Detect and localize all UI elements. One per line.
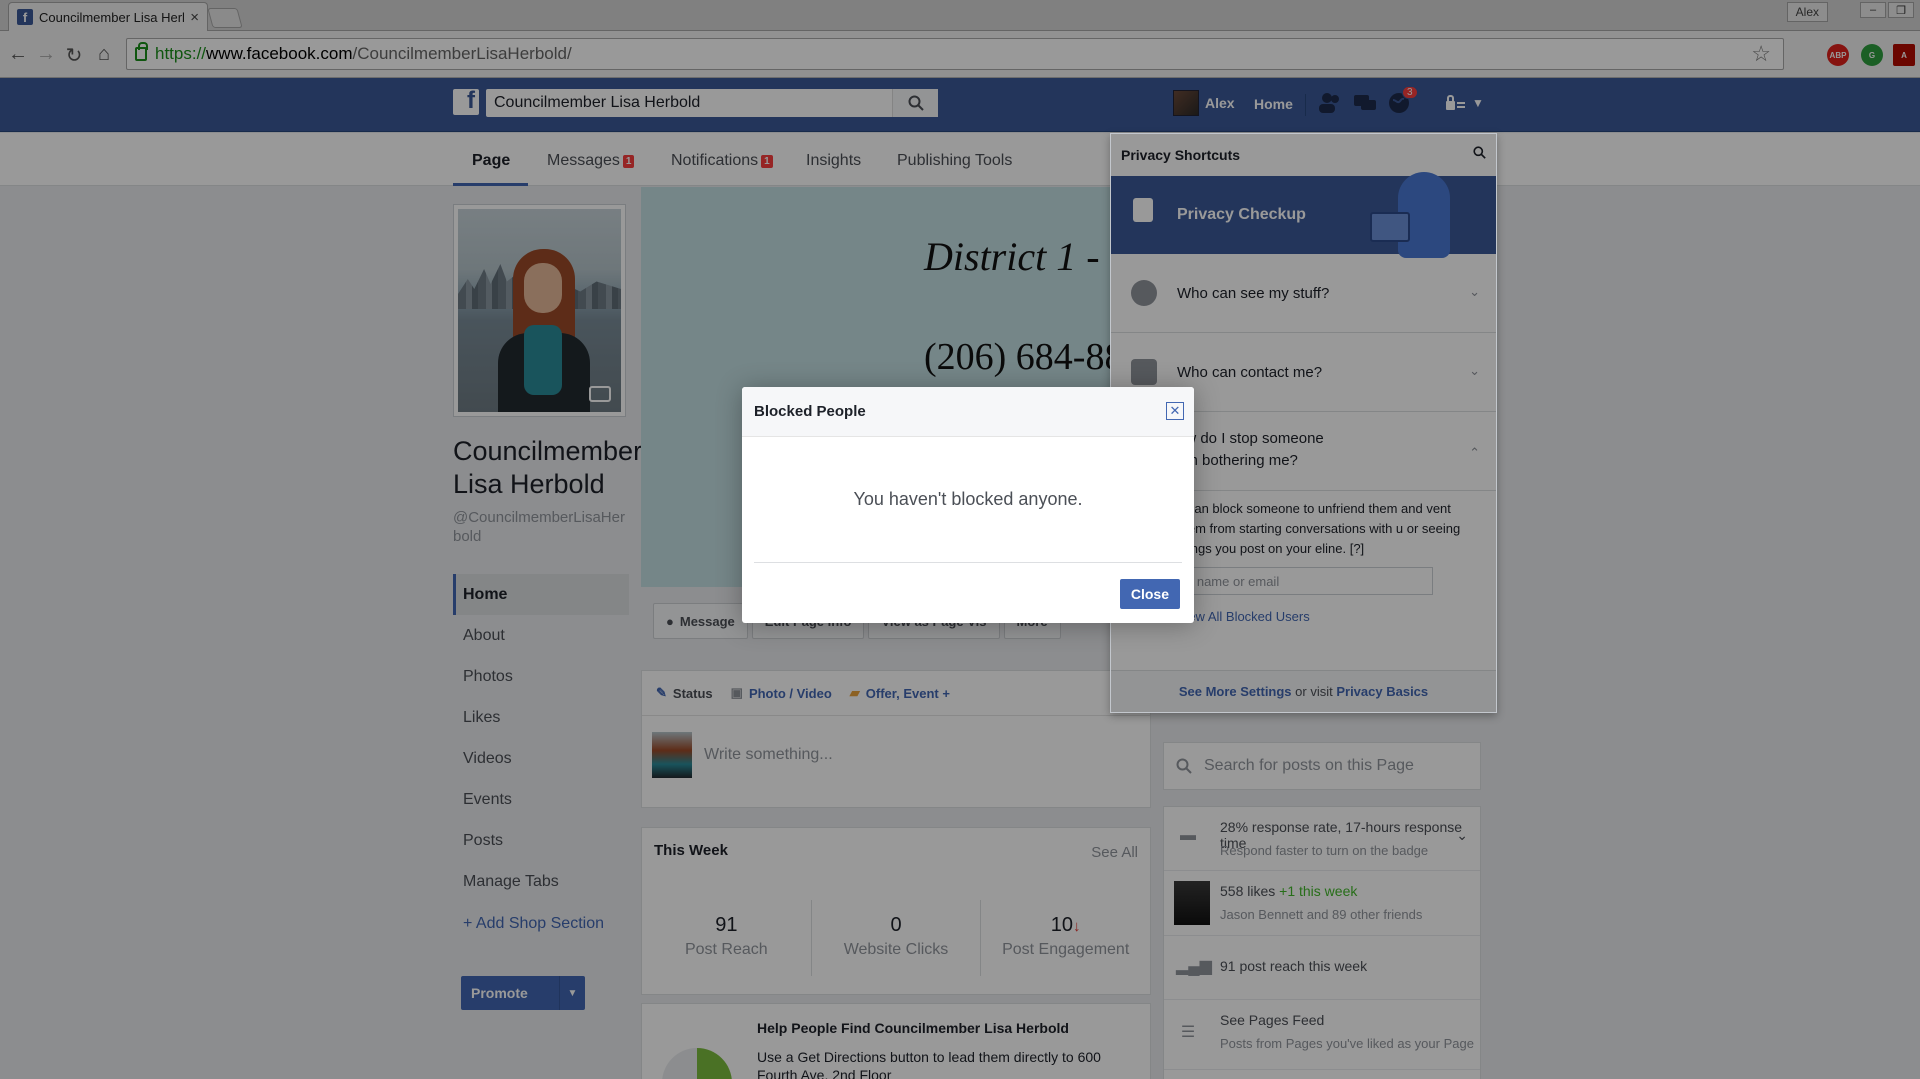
privacy-shortcuts-header: Privacy Shortcuts	[1111, 134, 1496, 176]
block-name-input[interactable]: d name or email	[1177, 567, 1433, 595]
privacy-checkup-button[interactable]: Privacy Checkup	[1111, 172, 1496, 258]
chevron-down-icon: ⌄	[1469, 284, 1480, 299]
see-more-settings-link[interactable]: See More Settings	[1179, 684, 1292, 699]
close-button[interactable]: Close	[1119, 579, 1180, 609]
privacy-basics-link[interactable]: Privacy Basics	[1336, 684, 1428, 699]
stop-bothering-line2: om bothering me?	[1177, 452, 1298, 469]
privacy-dinosaur-icon	[1370, 172, 1460, 260]
blocked-people-dialog: Blocked People ✕ You haven't blocked any…	[742, 387, 1194, 623]
privacy-checkup-label: Privacy Checkup	[1177, 206, 1306, 223]
people-icon	[1131, 359, 1157, 385]
dialog-title: Blocked People	[754, 403, 866, 420]
view-all-blocked-link[interactable]: View All Blocked Users	[1177, 609, 1496, 624]
privacy-shortcuts-title: Privacy Shortcuts	[1121, 147, 1241, 163]
chevron-down-icon: ⌄	[1469, 363, 1480, 378]
chevron-up-icon: ⌃	[1469, 445, 1480, 460]
dialog-message: You haven't blocked anyone.	[853, 489, 1083, 509]
privacy-footer: See More Settings or visit Privacy Basic…	[1111, 670, 1496, 712]
search-icon[interactable]	[1473, 146, 1486, 162]
globe-icon	[1131, 280, 1157, 306]
who-can-see-label: Who can see my stuff?	[1177, 284, 1330, 302]
who-can-contact-label: Who can contact me?	[1177, 363, 1323, 381]
footer-or-text: or visit	[1291, 684, 1337, 699]
stop-bothering-line1: ow do I stop someone	[1177, 430, 1324, 447]
dialog-header: Blocked People	[742, 387, 1194, 437]
dialog-body: You haven't blocked anyone.	[754, 437, 1182, 563]
who-can-see-row[interactable]: Who can see my stuff? ⌄	[1111, 254, 1496, 333]
close-icon[interactable]: ✕	[1166, 402, 1184, 420]
lock-icon	[1133, 198, 1153, 222]
block-input-placeholder: d name or email	[1186, 573, 1280, 589]
